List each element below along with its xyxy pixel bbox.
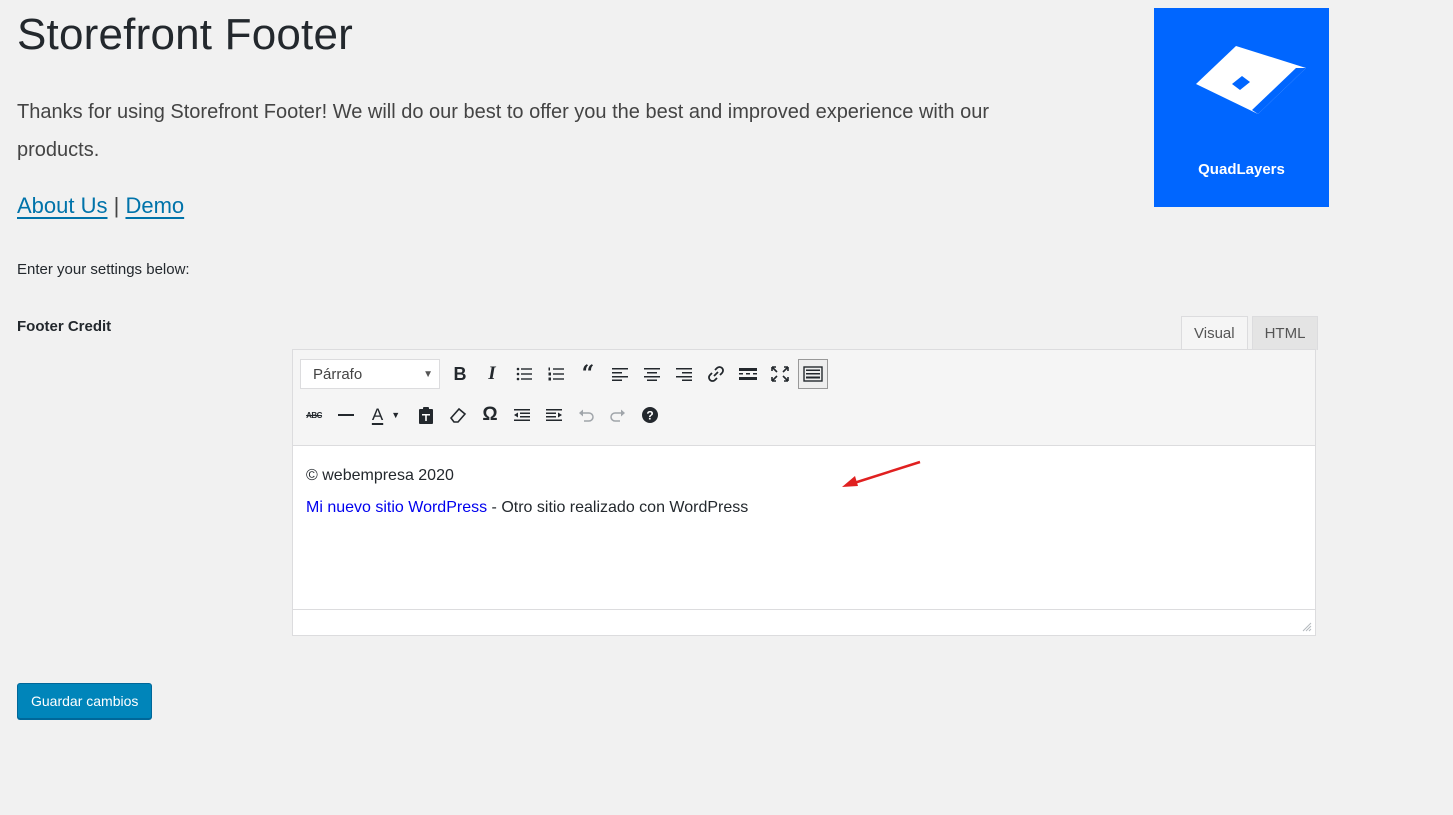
bold-button[interactable]: B	[446, 360, 474, 388]
site-tagline: - Otro sitio realizado con WordPress	[487, 499, 749, 516]
align-right-icon	[676, 368, 692, 381]
resize-handle-icon[interactable]	[1302, 622, 1312, 632]
help-icon: ?	[642, 407, 658, 423]
format-select-value: Párrafo	[313, 365, 363, 383]
site-link[interactable]: Mi nuevo sitio WordPress	[306, 499, 487, 516]
links-row: About Us | Demo	[17, 193, 184, 219]
italic-icon: I	[488, 363, 496, 384]
special-character-button[interactable]: Ω	[476, 401, 504, 429]
bold-icon: B	[453, 363, 467, 384]
align-center-icon	[644, 368, 660, 381]
undo-button[interactable]	[572, 401, 600, 429]
intro-text: Thanks for using Storefront Footer! We w…	[17, 101, 989, 161]
toolbar-toggle-icon	[803, 366, 823, 382]
italic-button[interactable]: I	[478, 360, 506, 388]
link-separator: |	[113, 193, 120, 218]
toolbar-row-2: ABC A ▼ Ω ?	[300, 401, 668, 429]
footer-credit-label: Footer Credit	[17, 318, 112, 335]
indent-icon	[546, 409, 562, 421]
undo-icon	[579, 409, 594, 422]
demo-link[interactable]: Demo	[125, 193, 184, 218]
text-color-button[interactable]: A ▼	[364, 401, 408, 429]
numbered-list-icon	[548, 367, 564, 381]
settings-hint: Enter your settings below:	[17, 261, 190, 278]
content-line-copyright: © webempresa 2020	[306, 467, 454, 484]
strikethrough-button[interactable]: ABC	[300, 401, 328, 429]
read-more-button[interactable]	[734, 360, 762, 388]
logo-brand-text: QuadLayers	[1198, 161, 1285, 178]
blockquote-icon: “	[581, 361, 595, 387]
clear-formatting-button[interactable]	[444, 401, 472, 429]
text-color-icon: A	[371, 405, 384, 424]
format-select[interactable]: Párrafo ▼	[300, 359, 440, 389]
help-button[interactable]: ?	[636, 401, 664, 429]
link-icon	[708, 366, 724, 382]
bullet-list-icon	[516, 367, 532, 381]
bullet-list-button[interactable]	[510, 360, 538, 388]
page-title: Storefront Footer	[17, 10, 353, 59]
align-right-button[interactable]	[670, 360, 698, 388]
svg-text:?: ?	[646, 409, 653, 423]
editor-content[interactable]: © webempresa 2020 Mi nuevo sitio WordPre…	[306, 460, 748, 524]
align-center-button[interactable]	[638, 360, 666, 388]
read-more-icon	[739, 368, 757, 380]
numbered-list-button[interactable]	[542, 360, 570, 388]
toolbar-toggle-button[interactable]	[798, 359, 828, 389]
horizontal-line-button[interactable]	[332, 401, 360, 429]
save-changes-button[interactable]: Guardar cambios	[17, 683, 153, 719]
editor-tabs: Visual HTML	[1181, 316, 1319, 351]
clear-formatting-icon	[449, 407, 467, 423]
quadlayers-logo[interactable]: QuadLayers	[1154, 8, 1329, 207]
chevron-down-icon: ▼	[391, 410, 401, 420]
strikethrough-icon: ABC	[306, 410, 322, 420]
toolbar-row-1: Párrafo ▼ B I “	[300, 359, 832, 389]
footer-credit-editor: Párrafo ▼ B I “ ABC A ▼ Ω ? © webempresa…	[292, 349, 1316, 636]
fullscreen-icon	[771, 366, 789, 382]
outdent-button[interactable]	[508, 401, 536, 429]
editor-statusbar	[293, 609, 1315, 635]
paste-text-icon	[419, 407, 433, 424]
link-button[interactable]	[702, 360, 730, 388]
tab-visual[interactable]: Visual	[1181, 316, 1248, 351]
paste-text-button[interactable]	[412, 401, 440, 429]
about-us-link[interactable]: About Us	[17, 193, 108, 218]
content-line-site: Mi nuevo sitio WordPress - Otro sitio re…	[306, 492, 748, 524]
tab-html[interactable]: HTML	[1251, 316, 1319, 350]
chevron-down-icon: ▼	[423, 368, 433, 380]
redo-button[interactable]	[604, 401, 632, 429]
fullscreen-button[interactable]	[766, 360, 794, 388]
quadlayers-logo-icon	[1196, 46, 1306, 114]
annotation-arrow-icon	[842, 460, 921, 487]
outdent-icon	[514, 409, 530, 421]
align-left-icon	[612, 368, 628, 381]
indent-button[interactable]	[540, 401, 568, 429]
align-left-button[interactable]	[606, 360, 634, 388]
redo-icon	[610, 409, 625, 422]
editor-toolbar: Párrafo ▼ B I “ ABC A ▼ Ω ?	[293, 350, 1315, 446]
special-character-icon: Ω	[482, 404, 498, 425]
horizontal-line-icon	[338, 414, 354, 416]
blockquote-button[interactable]: “	[574, 360, 602, 388]
